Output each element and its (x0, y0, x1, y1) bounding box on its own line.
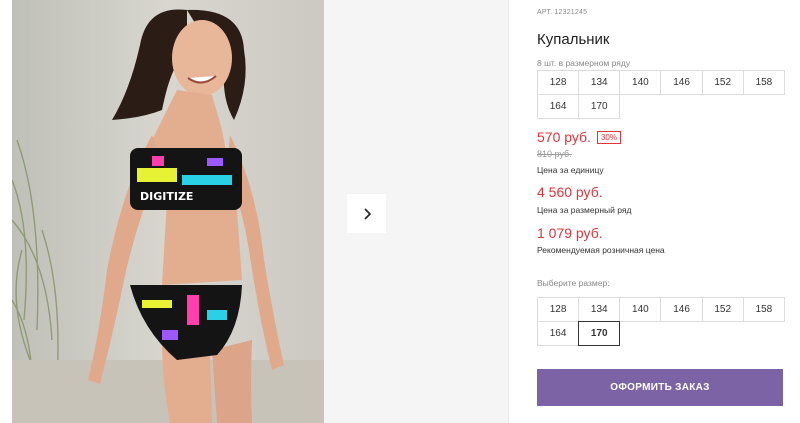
size-option[interactable]: 140 (619, 297, 662, 322)
choose-size-grid: 128 134 140 146 152 158 164 170 (537, 297, 785, 346)
column-divider (508, 0, 509, 423)
unit-price-caption: Цена за единицу (537, 165, 604, 175)
chevron-right-icon (363, 207, 371, 220)
row-size-cell: 128 (537, 70, 580, 95)
row-size-cell: 158 (742, 70, 785, 95)
size-option[interactable]: 134 (578, 297, 621, 322)
svg-text:DIGITIZE: DIGITIZE (140, 190, 193, 203)
row-price-caption: Цена за размерный ряд (537, 205, 632, 215)
size-option[interactable]: 146 (660, 297, 703, 322)
size-option[interactable]: 152 (701, 297, 744, 322)
row-price: 4 560 руб. (537, 184, 603, 200)
old-price: 810 руб. (537, 149, 572, 159)
choose-size-label: Выберите размер: (537, 278, 610, 288)
row-size-cell: 170 (578, 94, 621, 119)
row-size-cell: 164 (537, 94, 580, 119)
order-button[interactable]: ОФОРМИТЬ ЗАКАЗ (537, 369, 783, 406)
row-size-cell: 134 (578, 70, 621, 95)
row-size-cell: 146 (660, 70, 703, 95)
unit-price-row: 570 руб. 30% (537, 129, 621, 145)
product-photo: DIGITIZE (12, 0, 324, 423)
size-option[interactable]: 128 (537, 297, 580, 322)
retail-price-caption: Рекомендуемая розничная цена (537, 245, 665, 255)
next-image-button[interactable] (347, 194, 386, 233)
row-size-cell: 152 (701, 70, 744, 95)
product-sku: АРТ. 12321245 (537, 9, 588, 16)
size-option[interactable]: 164 (537, 321, 580, 346)
row-sizes-label: 8 шт. в размерном ряду (537, 58, 631, 68)
product-title: Купальник (537, 31, 610, 48)
row-size-cell: 140 (619, 70, 662, 95)
unit-price: 570 руб. (537, 129, 591, 145)
retail-price: 1 079 руб. (537, 225, 603, 241)
size-option-selected[interactable]: 170 (578, 321, 621, 346)
discount-badge: 30% (596, 130, 621, 144)
size-option[interactable]: 158 (742, 297, 785, 322)
row-size-grid: 128 134 140 146 152 158 164 170 (537, 70, 785, 119)
product-image: DIGITIZE (12, 0, 324, 423)
